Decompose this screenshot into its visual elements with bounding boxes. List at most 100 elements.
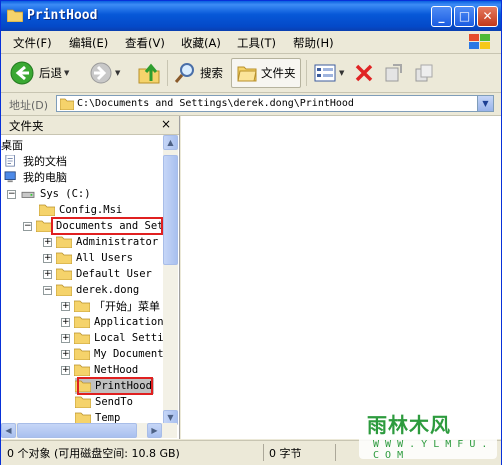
tree-item-label: Config.Msi bbox=[59, 204, 123, 216]
window-title: PrintHood bbox=[27, 8, 98, 23]
menu-tools[interactable]: 工具(T) bbox=[237, 35, 276, 51]
title-bar[interactable]: PrintHood _ □ ✕ bbox=[1, 1, 501, 31]
menu-view[interactable]: 查看(V) bbox=[125, 35, 165, 51]
collapse-icon[interactable]: − bbox=[43, 285, 52, 295]
expand-icon[interactable]: + bbox=[61, 317, 70, 327]
tree-item-my-computer[interactable]: 我的电脑 bbox=[3, 169, 67, 185]
search-button[interactable]: 搜索 bbox=[173, 58, 223, 88]
folder-icon bbox=[60, 98, 74, 110]
folders-pane: 文件夹 × 桌面 我的文档 我的电脑 − Sys (C:) Config.Msi… bbox=[1, 116, 180, 439]
folder-icon bbox=[56, 268, 72, 280]
tree-item-default-user[interactable]: + Default User bbox=[43, 266, 152, 282]
tree-item-label: All Users bbox=[76, 252, 133, 264]
forward-dropdown-icon[interactable]: ▼ bbox=[115, 69, 120, 77]
views-icon bbox=[314, 64, 336, 82]
expand-icon[interactable]: + bbox=[61, 301, 70, 311]
up-folder-icon bbox=[138, 63, 160, 84]
folders-pane-header: 文件夹 × bbox=[1, 116, 179, 135]
status-objects: 0 个对象 (可用磁盘空间: 10.8 GB) bbox=[7, 447, 180, 460]
collapse-icon[interactable]: − bbox=[23, 221, 32, 231]
expand-icon[interactable]: + bbox=[61, 333, 70, 343]
forward-button[interactable]: ▼ bbox=[89, 58, 120, 88]
copy-to-button[interactable] bbox=[413, 58, 435, 88]
folder-icon bbox=[39, 204, 55, 216]
tree-item-my-documents[interactable]: 我的文档 bbox=[3, 153, 67, 169]
menu-help[interactable]: 帮助(H) bbox=[293, 35, 334, 51]
scroll-right-icon[interactable]: ▶ bbox=[147, 423, 162, 438]
expand-icon[interactable]: + bbox=[61, 365, 70, 375]
expand-icon[interactable]: + bbox=[43, 253, 52, 263]
open-folder-icon bbox=[56, 284, 72, 296]
search-label: 搜索 bbox=[200, 66, 223, 80]
copy-to-icon bbox=[415, 64, 433, 82]
close-button[interactable]: ✕ bbox=[477, 6, 498, 27]
tree-item-label: 我的电脑 bbox=[23, 171, 67, 184]
tree-item-nethood[interactable]: + NetHood bbox=[61, 362, 138, 378]
scroll-thumb[interactable] bbox=[163, 155, 178, 265]
address-path: C:\Documents and Settings\derek.dong\Pri… bbox=[77, 98, 354, 109]
maximize-button[interactable]: □ bbox=[454, 6, 475, 27]
back-button[interactable]: 后退 ▼ bbox=[9, 58, 69, 88]
move-to-icon bbox=[385, 64, 402, 82]
minimize-button[interactable]: _ bbox=[431, 6, 452, 27]
scroll-thumb[interactable] bbox=[17, 423, 137, 438]
tree-item-start-menu[interactable]: + 「开始」菜单 bbox=[61, 298, 160, 314]
address-field[interactable]: C:\Documents and Settings\derek.dong\Pri… bbox=[56, 95, 494, 112]
tree-item-label: Default User bbox=[76, 268, 152, 280]
expand-icon[interactable]: + bbox=[43, 269, 52, 279]
menu-bar: 文件(F) 编辑(E) 查看(V) 收藏(A) 工具(T) 帮助(H) bbox=[1, 31, 501, 54]
watermark-url: W W W . Y L M F U . C O M bbox=[373, 439, 488, 461]
forward-arrow-icon bbox=[90, 62, 112, 84]
views-button[interactable]: ▼ bbox=[313, 58, 344, 88]
file-list-area[interactable] bbox=[181, 116, 501, 439]
tree-item-label: derek.dong bbox=[76, 284, 140, 296]
back-dropdown-icon[interactable]: ▼ bbox=[64, 69, 69, 77]
watermark-title: 雨林木风 bbox=[367, 413, 451, 437]
tree-item-config-msi[interactable]: Config.Msi bbox=[39, 202, 122, 218]
collapse-icon[interactable]: − bbox=[7, 189, 16, 199]
menu-edit[interactable]: 编辑(E) bbox=[69, 35, 108, 51]
menu-favorites[interactable]: 收藏(A) bbox=[181, 35, 221, 51]
tree-item-my-documents-folder[interactable]: + My Document bbox=[61, 346, 163, 362]
address-bar: 地址(D) C:\Documents and Settings\derek.do… bbox=[1, 93, 501, 116]
expand-icon[interactable]: + bbox=[61, 349, 70, 359]
status-divider bbox=[263, 444, 264, 461]
folder-icon bbox=[74, 316, 90, 328]
expand-icon[interactable]: + bbox=[43, 237, 52, 247]
tree-item-sendto[interactable]: SendTo bbox=[75, 394, 133, 410]
folder-icon bbox=[56, 252, 72, 264]
tree-item-sys-drive[interactable]: − Sys (C:) bbox=[7, 186, 91, 202]
tree-item-administrator[interactable]: + Administrator bbox=[43, 234, 158, 250]
folders-button[interactable]: 文件夹 bbox=[231, 58, 301, 88]
pane-close-icon[interactable]: × bbox=[161, 117, 171, 131]
up-folder-button[interactable] bbox=[137, 58, 161, 88]
menu-file[interactable]: 文件(F) bbox=[13, 35, 52, 51]
views-dropdown-icon[interactable]: ▼ bbox=[339, 69, 344, 77]
tree-item-label: 「开始」菜单 bbox=[94, 300, 160, 313]
delete-button[interactable] bbox=[353, 58, 375, 88]
tree-item-all-users[interactable]: + All Users bbox=[43, 250, 133, 266]
folder-icon bbox=[74, 300, 90, 312]
tree-item-desktop[interactable]: 桌面 bbox=[1, 137, 23, 153]
address-label: 地址(D) bbox=[9, 99, 49, 112]
toolbar: 后退 ▼ ▼ 搜索 文件夹 ▼ bbox=[1, 54, 501, 93]
back-arrow-icon bbox=[10, 61, 34, 85]
folder-pane-vertical-scrollbar[interactable]: ▲ ▼ bbox=[163, 135, 178, 425]
highlight-box bbox=[51, 217, 163, 235]
scroll-up-icon[interactable]: ▲ bbox=[163, 135, 178, 150]
address-dropdown-icon[interactable]: ▼ bbox=[477, 96, 493, 111]
tree-item-application-data[interactable]: + Application bbox=[61, 314, 163, 330]
open-folder-icon bbox=[36, 220, 52, 232]
back-label: 后退 bbox=[39, 66, 62, 80]
tree-item-derek-dong[interactable]: − derek.dong bbox=[43, 282, 139, 298]
folder-pane-horizontal-scrollbar[interactable]: ◀ ▶ bbox=[1, 423, 177, 438]
folder-icon bbox=[74, 364, 90, 376]
move-to-button[interactable] bbox=[383, 58, 405, 88]
folders-label: 文件夹 bbox=[261, 66, 296, 80]
tree-item-local-settings[interactable]: + Local Setti bbox=[61, 330, 163, 346]
scroll-left-icon[interactable]: ◀ bbox=[1, 423, 16, 438]
tree-item-label: NetHood bbox=[94, 364, 139, 376]
folder-icon bbox=[56, 236, 72, 248]
tree-item-label: Application bbox=[94, 316, 163, 328]
delete-x-icon bbox=[355, 64, 373, 82]
